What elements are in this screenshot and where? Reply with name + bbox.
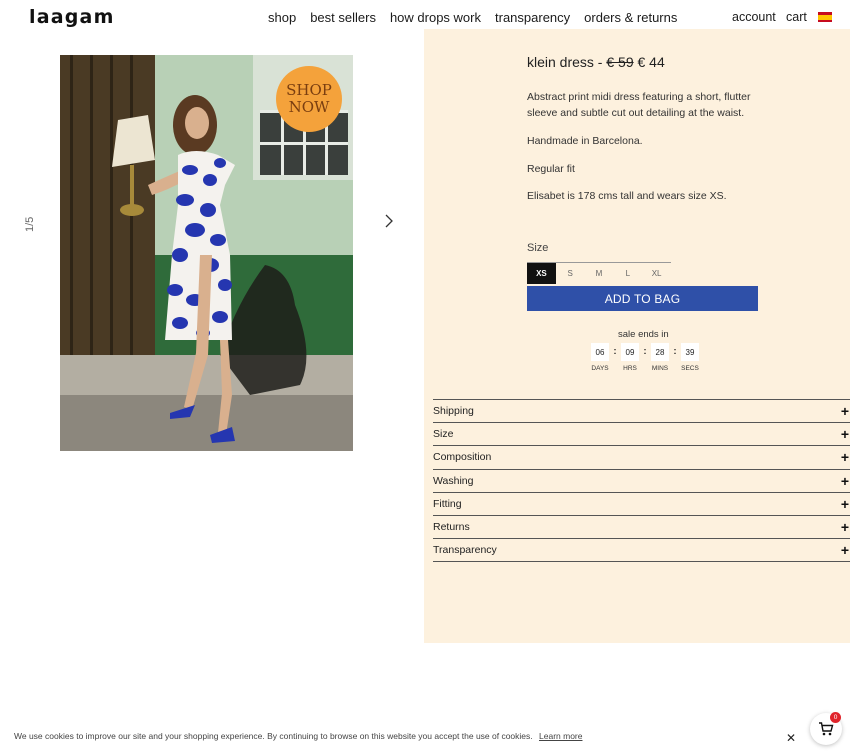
countdown-separator: : — [643, 346, 647, 356]
accordion-label: Washing — [433, 474, 474, 487]
countdown-value: 06 — [591, 343, 609, 361]
accordion-label: Shipping — [433, 405, 474, 418]
main-nav: shop best sellers how drops work transpa… — [268, 10, 677, 25]
countdown-days: 06 DAYS — [590, 343, 610, 372]
countdown-separator: : — [613, 346, 617, 356]
nav-how-drops-work[interactable]: how drops work — [390, 10, 481, 25]
accordion-returns[interactable]: Returns + — [433, 516, 850, 540]
sale-price: € 44 — [637, 54, 665, 70]
plus-icon: + — [840, 472, 849, 489]
spain-flag-icon[interactable] — [818, 12, 832, 22]
badge-line-1: SHOP — [286, 81, 332, 99]
plus-icon: + — [840, 426, 849, 443]
countdown-unit: SECS — [681, 365, 699, 372]
product-handmade: Handmade in Barcelona. — [527, 135, 643, 147]
accordion-label: Returns — [433, 521, 470, 534]
accordion-transparency[interactable]: Transparency + — [433, 539, 850, 563]
countdown-unit: MINS — [651, 365, 669, 372]
accordion-composition[interactable]: Composition + — [433, 446, 850, 470]
product-description: Abstract print midi dress featuring a sh… — [527, 91, 751, 119]
add-to-bag-button[interactable]: ADD TO BAG — [527, 286, 758, 311]
size-option-m[interactable]: M — [585, 263, 614, 284]
cart-link[interactable]: cart — [786, 10, 807, 24]
close-icon[interactable]: ✕ — [786, 731, 796, 745]
countdown-separator: : — [673, 346, 677, 356]
countdown-value: 09 — [621, 343, 639, 361]
chevron-right-icon[interactable] — [382, 212, 396, 230]
nav-best-sellers[interactable]: best sellers — [310, 10, 376, 25]
size-option-l[interactable]: L — [613, 263, 642, 284]
size-selector: XS S M L XL — [527, 262, 671, 284]
size-option-xs[interactable]: XS — [527, 263, 556, 284]
shop-now-badge[interactable]: SHOP NOW — [276, 66, 342, 132]
product-model-info: Elisabet is 178 cms tall and wears size … — [527, 190, 727, 202]
countdown-unit: DAYS — [591, 365, 609, 372]
accordion-label: Fitting — [433, 497, 462, 510]
product-title: klein dress - € 59 € 44 — [527, 54, 665, 70]
shopping-cart-icon — [819, 722, 834, 736]
badge-line-2: NOW — [288, 98, 330, 116]
size-option-s[interactable]: S — [556, 263, 585, 284]
nav-transparency[interactable]: transparency — [495, 10, 570, 25]
gallery-index: 1/5 — [24, 216, 36, 232]
countdown-value: 28 — [651, 343, 669, 361]
nav-orders-returns[interactable]: orders & returns — [584, 10, 677, 25]
cookie-text: We use cookies to improve our site and y… — [14, 731, 533, 741]
countdown-unit: HRS — [623, 365, 637, 372]
sale-countdown: 06 DAYS : 09 HRS : 28 MINS : 39 SECS — [590, 343, 700, 372]
plus-icon: + — [840, 542, 849, 559]
plus-icon: + — [840, 519, 849, 536]
plus-icon: + — [840, 495, 849, 512]
brand-logo[interactable]: laagam — [29, 6, 115, 28]
accordion-washing[interactable]: Washing + — [433, 470, 850, 493]
accordion-size[interactable]: Size + — [433, 423, 850, 447]
accordion-label: Transparency — [433, 544, 497, 557]
size-label: Size — [527, 242, 549, 254]
old-price: € 59 — [606, 54, 634, 70]
product-name: klein dress - — [527, 54, 603, 70]
account-link[interactable]: account — [732, 10, 776, 24]
sale-ends-label: sale ends in — [618, 329, 669, 340]
accordion-fitting[interactable]: Fitting + — [433, 493, 850, 516]
countdown-seconds: 39 SECS — [680, 343, 700, 372]
learn-more-link[interactable]: Learn more — [539, 731, 582, 741]
cookie-notice: We use cookies to improve our site and y… — [14, 731, 582, 741]
product-info-accordion: Shipping + Size + Composition + Washing … — [433, 399, 850, 563]
cart-count-badge: 0 — [830, 712, 841, 723]
countdown-minutes: 28 MINS — [650, 343, 670, 372]
accordion-shipping[interactable]: Shipping + — [433, 400, 850, 424]
product-fit: Regular fit — [527, 163, 575, 175]
countdown-hours: 09 HRS — [620, 343, 640, 372]
accordion-label: Size — [433, 428, 454, 441]
accordion-label: Composition — [433, 451, 492, 464]
size-option-xl[interactable]: XL — [642, 263, 671, 284]
countdown-value: 39 — [681, 343, 699, 361]
plus-icon: + — [840, 449, 849, 466]
nav-shop[interactable]: shop — [268, 10, 296, 25]
plus-icon: + — [840, 403, 849, 420]
